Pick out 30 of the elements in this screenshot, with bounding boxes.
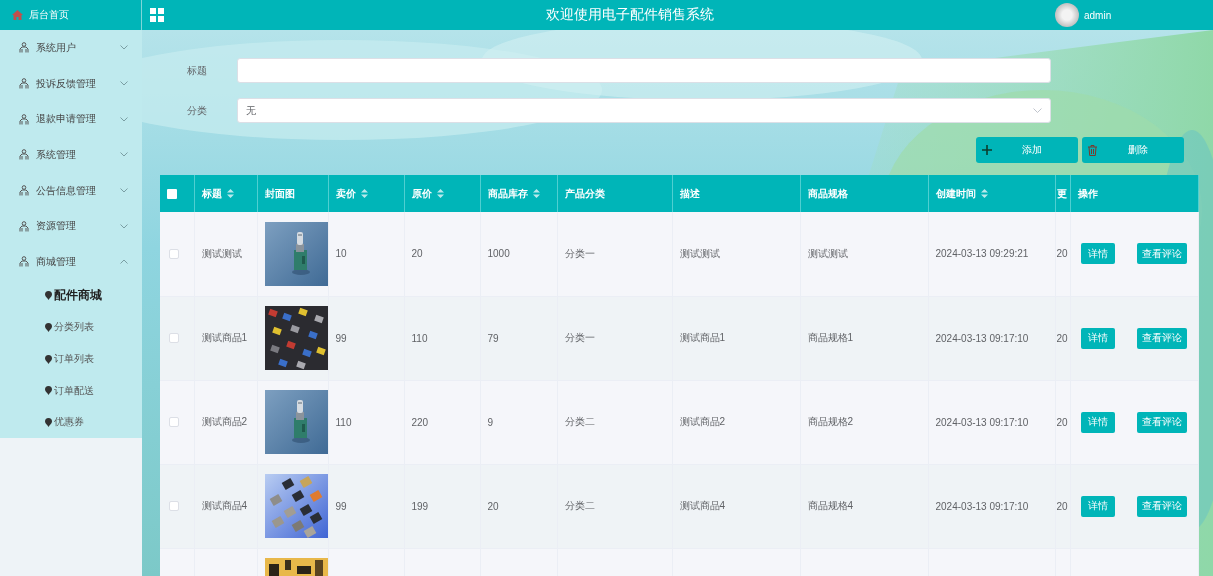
menu-item[interactable]: 资源管理 [0, 208, 142, 245]
menu-item[interactable]: 系统管理 [0, 137, 142, 173]
person-icon [19, 220, 29, 232]
submenu-item[interactable]: 订单配送 [0, 374, 142, 407]
menu-item[interactable]: 退款申请管理 [0, 101, 142, 138]
menu-item[interactable]: 商城管理 [0, 244, 142, 280]
submenu-item[interactable]: 订单列表 [0, 343, 142, 375]
person-icon [19, 256, 29, 268]
pin-icon [45, 417, 52, 427]
submenu-item[interactable]: 优惠券 [0, 406, 142, 439]
person-icon [19, 185, 29, 197]
submenu-item[interactable]: 配件商城 [0, 279, 142, 312]
submenu-item[interactable]: 分类列表 [0, 311, 142, 344]
pin-icon [45, 322, 52, 332]
pin-icon [45, 354, 52, 364]
menu-item[interactable]: 公告信息管理 [0, 172, 142, 209]
person-icon [19, 42, 29, 54]
home-icon [12, 10, 23, 20]
person-icon [19, 78, 29, 90]
person-icon [19, 113, 29, 125]
menu-item[interactable]: 系统用户 [0, 30, 142, 66]
menu-item[interactable]: 投诉反馈管理 [0, 65, 142, 102]
person-icon [19, 149, 29, 161]
pin-icon [45, 291, 52, 301]
avatar-icon[interactable] [1055, 3, 1079, 27]
pin-icon [45, 386, 52, 396]
page-title: 欢迎使用电子配件销售系统 [544, 6, 715, 24]
home-link[interactable]: 后台首页 [0, 0, 142, 30]
user-name[interactable]: admin [1084, 9, 1112, 21]
menu-icon[interactable] [150, 8, 164, 22]
